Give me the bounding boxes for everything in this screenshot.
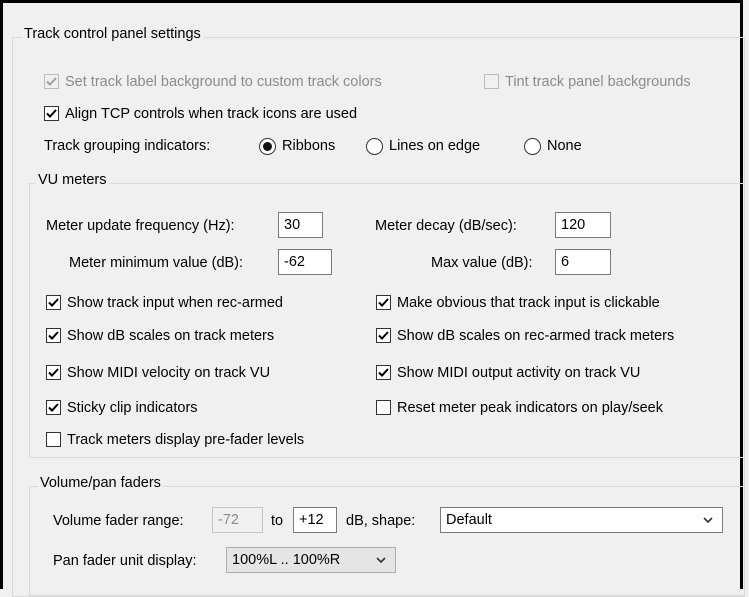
pre-fader-levels-label: Track meters display pre-fader levels xyxy=(67,432,305,448)
meter-max-input[interactable]: 6 xyxy=(555,249,611,275)
reset-peak-label: Reset meter peak indicators on play/seek xyxy=(397,400,663,416)
show-midi-velocity-label: Show MIDI velocity on track VU xyxy=(67,365,271,381)
meter-update-frequency-label: Meter update frequency (Hz): xyxy=(46,218,235,234)
vu-meters-title: VU meters xyxy=(36,171,109,189)
show-db-scales-rec-armed-checkbox[interactable] xyxy=(376,328,391,343)
pan-unit-label: Pan fader unit display: xyxy=(53,553,197,569)
meter-decay-input[interactable]: 120 xyxy=(555,212,611,238)
grouping-none-radio[interactable] xyxy=(524,138,541,155)
meter-update-frequency-input[interactable]: 30 xyxy=(278,212,323,238)
align-tcp-controls-label: Align TCP controls when track icons are … xyxy=(65,106,358,122)
pan-unit-value: 100%L .. 100%R xyxy=(232,552,341,568)
grouping-indicators-label: Track grouping indicators: xyxy=(44,138,211,154)
sticky-clip-checkbox[interactable] xyxy=(46,400,61,415)
show-db-scales-checkbox[interactable] xyxy=(46,328,61,343)
volume-shape-value: Default xyxy=(446,512,492,528)
settings-panel: Track control panel settings Set track l… xyxy=(0,0,745,597)
track-input-clickable-checkbox[interactable] xyxy=(376,295,391,310)
set-label-bg-checkbox[interactable] xyxy=(44,74,59,89)
faders-group xyxy=(29,486,745,596)
show-db-scales-rec-armed-label: Show dB scales on rec-armed track meters xyxy=(397,328,675,344)
track-input-clickable-label: Make obvious that track input is clickab… xyxy=(397,295,660,311)
show-midi-output-checkbox[interactable] xyxy=(376,365,391,380)
faders-title: Volume/pan faders xyxy=(38,474,163,492)
reset-peak-checkbox[interactable] xyxy=(376,400,391,415)
volume-range-label: Volume fader range: xyxy=(53,513,184,529)
tint-backgrounds-checkbox[interactable] xyxy=(484,74,499,89)
show-midi-velocity-checkbox[interactable] xyxy=(46,365,61,380)
show-db-scales-label: Show dB scales on track meters xyxy=(67,328,275,344)
volume-shape-select[interactable]: Default xyxy=(440,507,723,533)
show-track-input-label: Show track input when rec-armed xyxy=(67,295,283,311)
grouping-none-label: None xyxy=(547,138,582,154)
grouping-ribbons-radio[interactable] xyxy=(259,138,276,155)
tcp-settings-title: Track control panel settings xyxy=(22,25,203,43)
volume-shape-label: dB, shape: xyxy=(346,513,416,529)
chevron-down-icon xyxy=(703,517,713,524)
meter-max-label: Max value (dB): xyxy=(431,255,533,271)
pre-fader-levels-checkbox[interactable] xyxy=(46,432,61,447)
meter-minimum-label: Meter minimum value (dB): xyxy=(69,255,244,271)
chevron-down-icon xyxy=(376,557,386,564)
meter-minimum-input[interactable]: -62 xyxy=(278,249,332,275)
volume-range-to-label: to xyxy=(271,513,284,529)
volume-range-max-input[interactable]: +12 xyxy=(293,507,337,533)
grouping-ribbons-label: Ribbons xyxy=(282,138,336,154)
pan-unit-select[interactable]: 100%L .. 100%R xyxy=(226,547,396,573)
align-tcp-controls-checkbox[interactable] xyxy=(44,106,59,121)
tint-backgrounds-label: Tint track panel backgrounds xyxy=(505,74,691,90)
grouping-lines-on-edge-label: Lines on edge xyxy=(389,138,481,154)
show-midi-output-label: Show MIDI output activity on track VU xyxy=(397,365,641,381)
volume-range-min-input[interactable]: -72 xyxy=(212,507,263,533)
show-track-input-checkbox[interactable] xyxy=(46,295,61,310)
meter-decay-label: Meter decay (dB/sec): xyxy=(375,218,517,234)
grouping-lines-on-edge-radio[interactable] xyxy=(366,138,383,155)
sticky-clip-label: Sticky clip indicators xyxy=(67,400,198,416)
set-label-bg-label: Set track label background to custom tra… xyxy=(65,74,382,90)
